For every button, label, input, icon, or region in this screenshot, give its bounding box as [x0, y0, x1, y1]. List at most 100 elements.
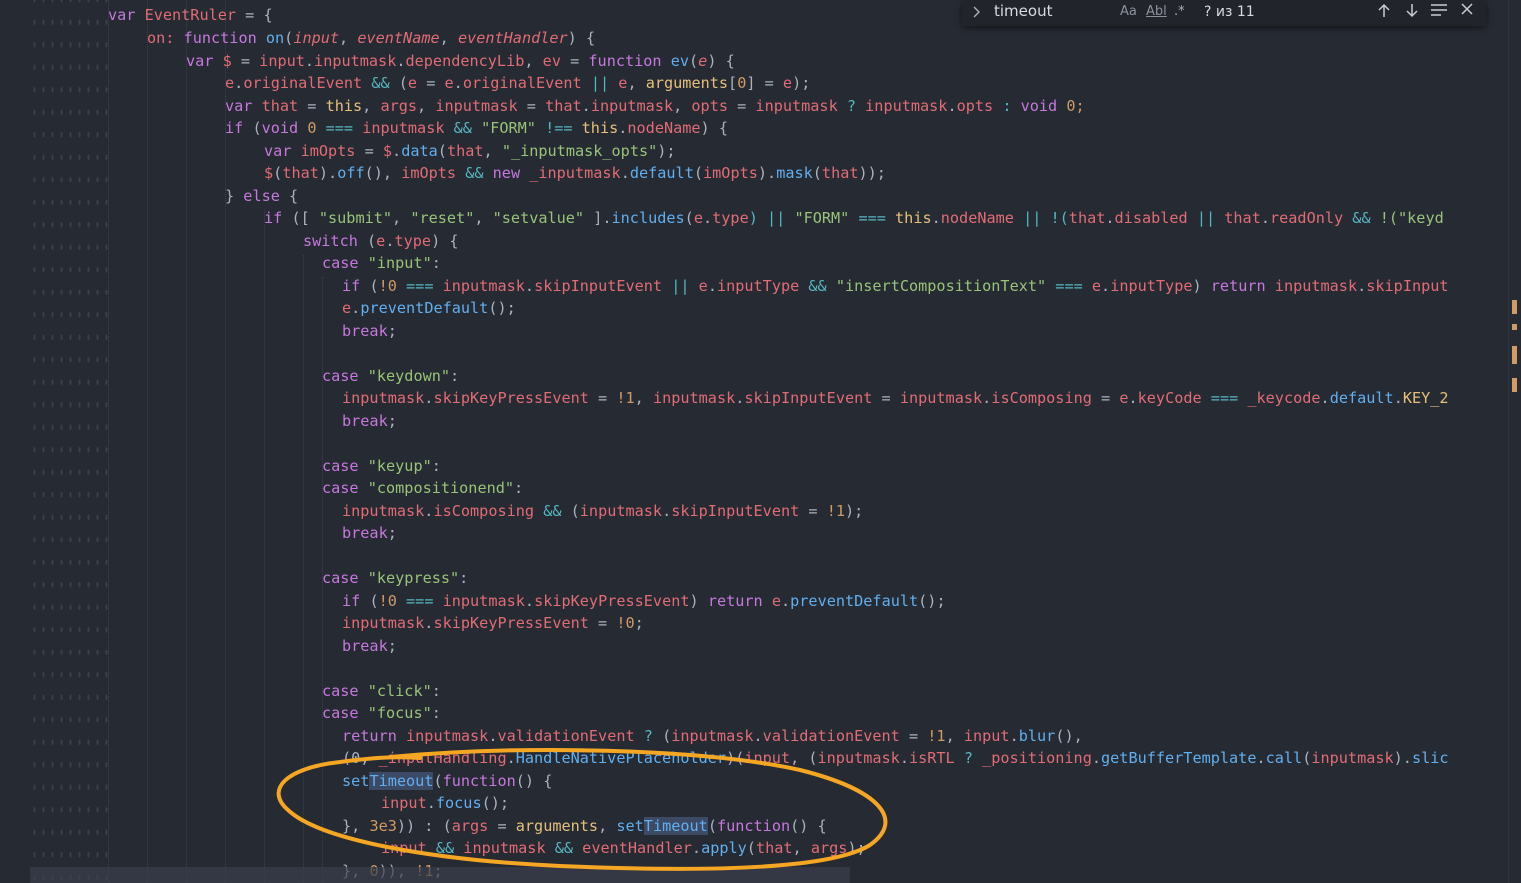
keyword: var — [108, 6, 136, 24]
punct: (), — [1055, 727, 1083, 745]
punct: ) — [689, 592, 708, 610]
string: "keyup" — [358, 457, 432, 475]
horizontal-scrollbar[interactable] — [30, 867, 850, 883]
punct: : — [431, 682, 441, 700]
close-icon[interactable] — [1460, 0, 1474, 22]
code-line-31: setTimeout(function() { — [342, 770, 552, 793]
vertical-scrollbar[interactable] — [1508, 0, 1521, 883]
punct: ; — [634, 614, 644, 632]
identifier: inputmask — [396, 727, 489, 745]
chevron-right-icon[interactable] — [972, 2, 984, 22]
identifier: inputmask — [435, 97, 518, 115]
operator: && — [534, 502, 571, 520]
punct: () { — [790, 817, 827, 835]
punct: (); — [488, 299, 516, 317]
punct: = — [872, 389, 900, 407]
code-line-14: e.preventDefault(); — [342, 297, 516, 320]
operator: : — [993, 97, 1021, 115]
identifier: that — [282, 164, 319, 182]
arrow-up-icon[interactable] — [1376, 0, 1392, 22]
string: "compositionend" — [358, 479, 515, 497]
code-editor[interactable]: var EventRuler = { on: function on(input… — [0, 0, 1508, 883]
punct: ( — [284, 29, 294, 47]
identifier: that — [821, 164, 859, 182]
operator: ? — [837, 97, 866, 115]
operator: && — [1343, 209, 1380, 227]
find-widget: timeout Aa Abl .* ? из 11 — [962, 0, 1486, 26]
identifier: inputmask — [1311, 749, 1394, 767]
identifier: inputmask — [342, 389, 425, 407]
indent-guide — [264, 210, 266, 883]
punct: ; — [387, 412, 397, 430]
keyword: function — [716, 817, 791, 835]
identifier: e — [225, 74, 235, 92]
code-line-32: input.focus(); — [381, 792, 509, 815]
number: 0; — [1057, 97, 1085, 115]
number: 0 — [737, 74, 747, 92]
punct: . — [1357, 277, 1367, 295]
arrow-down-icon[interactable] — [1404, 0, 1420, 22]
punct: . — [1256, 749, 1266, 767]
function-name: preventDefault — [790, 592, 919, 610]
code-line-19: case "keyup": — [322, 455, 441, 478]
identifier: keyCode — [1137, 389, 1202, 407]
punct: . — [396, 52, 406, 70]
find-in-selection-icon[interactable] — [1430, 0, 1448, 22]
regex-toggle[interactable]: .* — [1174, 3, 1185, 21]
keyword: return — [342, 727, 397, 745]
keyword: break — [342, 322, 388, 340]
punct: [ — [728, 74, 738, 92]
punct: . — [392, 142, 402, 160]
punct: ) { — [700, 119, 728, 137]
function-name: off — [337, 164, 365, 182]
punct: ) — [1192, 277, 1211, 295]
function-name: set — [616, 817, 644, 835]
punct: ( — [398, 74, 408, 92]
code-line-13: if (!0 === inputmask.skipInputEvent || e… — [342, 275, 1449, 298]
code-line-18: break; — [342, 410, 397, 433]
identifier: disabled — [1114, 209, 1188, 227]
identifier: skipKeyPressEvent — [433, 614, 589, 632]
punct: : — [431, 457, 441, 475]
operator: === — [1201, 389, 1248, 407]
indent-guide — [303, 255, 305, 883]
punct: , — [627, 74, 646, 92]
match-marker — [1512, 346, 1517, 364]
param: eventHandler — [457, 29, 568, 47]
match-case-toggle[interactable]: Aa — [1120, 3, 1137, 21]
identifier: imOpts — [401, 164, 457, 182]
punct: , — [339, 29, 358, 47]
this-keyword: this — [325, 97, 363, 115]
punct: . — [524, 592, 535, 610]
whole-word-toggle[interactable]: Abl — [1146, 3, 1167, 21]
identifier: inputmask — [1265, 277, 1358, 295]
identifier: e — [444, 74, 454, 92]
punct: . — [707, 277, 717, 295]
param: eventName — [357, 29, 440, 47]
punct: ). — [318, 164, 338, 182]
punct: = — [231, 52, 260, 70]
number: !0 — [378, 277, 397, 295]
punct: ( — [707, 817, 717, 835]
punct: = — [899, 727, 928, 745]
identifier: e — [407, 74, 418, 92]
keyword: case — [322, 479, 359, 497]
code-line-15: break; — [342, 320, 397, 343]
number: !1 — [616, 389, 635, 407]
keyword: var — [264, 142, 292, 160]
punct: . — [1105, 209, 1115, 227]
punct: ( — [746, 839, 756, 857]
code-line-16: case "keydown": — [322, 365, 459, 388]
punct: , — [598, 817, 617, 835]
code-line-27: case "click": — [322, 680, 441, 703]
punct: . — [753, 727, 763, 745]
punct: ; — [387, 637, 397, 655]
code-line-24: if (!0 === inputmask.skipKeyPressEvent) … — [342, 590, 946, 613]
identifier: that — [1224, 209, 1261, 227]
function-name: includes — [611, 209, 685, 227]
keyword: if — [342, 592, 361, 610]
identifier: input — [381, 794, 427, 812]
identifier: args — [380, 97, 418, 115]
indent-guide — [147, 0, 149, 883]
punct: ( — [357, 232, 377, 250]
